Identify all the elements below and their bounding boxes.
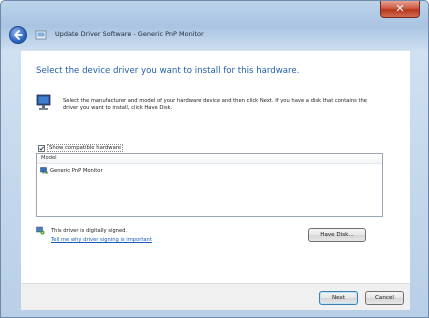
monitor-icon xyxy=(36,94,51,110)
model-name: Generic PnP Monitor xyxy=(50,167,103,174)
close-button[interactable]: ✕ xyxy=(380,1,420,18)
signed-driver-icon xyxy=(36,226,45,235)
close-icon: ✕ xyxy=(395,2,405,15)
update-driver-window: ✕ Update Driver Software - Generic PnP M… xyxy=(0,0,429,318)
wizard-content: Select the device driver you want to ins… xyxy=(21,50,410,284)
model-list[interactable]: Model Generic PnP Monitor xyxy=(36,153,383,217)
wizard-icon xyxy=(35,30,47,40)
instructions-text: Select the manufacturer and model of you… xyxy=(63,98,367,111)
driver-signed-status: This driver is digitally signed. xyxy=(51,228,128,234)
show-compatible-hardware-label[interactable]: Show compatible hardware xyxy=(47,144,124,152)
monitor-driver-icon xyxy=(40,167,48,174)
page-heading: Select the device driver you want to ins… xyxy=(36,66,300,76)
cancel-button[interactable]: Cancel xyxy=(365,291,404,305)
wizard-nav-bar: Update Driver Software - Generic PnP Mon… xyxy=(1,21,428,49)
title-bar: ✕ xyxy=(1,1,428,21)
show-compatible-hardware-option[interactable]: Show compatible hardware xyxy=(38,143,124,153)
show-compatible-hardware-checkbox[interactable] xyxy=(38,144,45,152)
wizard-button-bar: Next Cancel xyxy=(21,283,410,310)
back-button[interactable] xyxy=(9,26,27,44)
driver-signing-link[interactable]: Tell me why driver signing is important xyxy=(51,237,152,243)
have-disk-button[interactable]: Have Disk... xyxy=(308,228,366,242)
back-arrow-icon xyxy=(14,30,23,40)
checkmark-icon xyxy=(39,145,44,151)
window-title: Update Driver Software - Generic PnP Mon… xyxy=(55,30,204,38)
model-column-header[interactable]: Model xyxy=(37,154,382,164)
list-item[interactable]: Generic PnP Monitor xyxy=(40,166,103,175)
next-button[interactable]: Next xyxy=(319,291,358,305)
